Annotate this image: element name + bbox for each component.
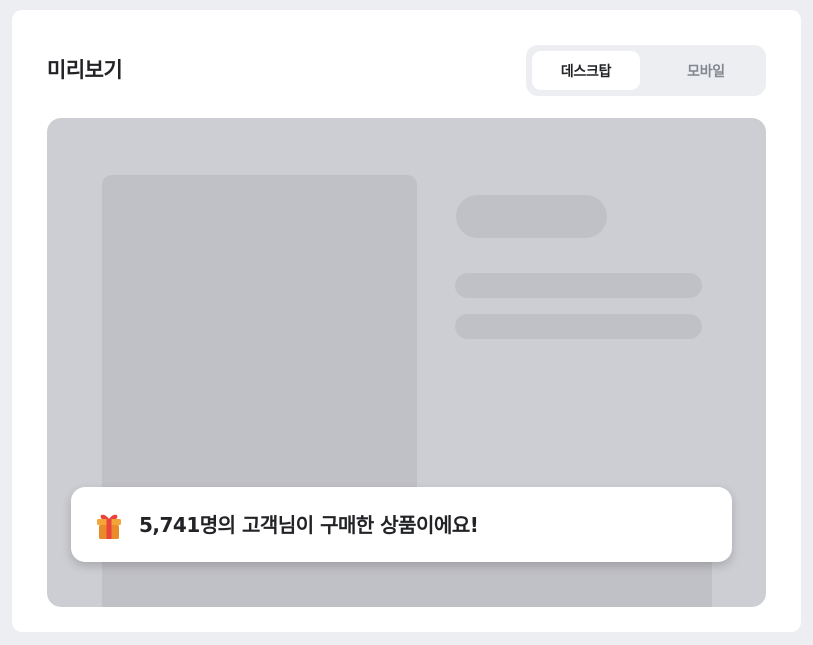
page-title: 미리보기 (47, 58, 123, 82)
text-line-placeholder (455, 314, 702, 339)
preview-card: 미리보기 데스크탑 모바일 5,741명의 고객님이 구매한 상품이에요! (12, 10, 801, 632)
gift-icon (97, 514, 121, 539)
preview-area: 5,741명의 고객님이 구매한 상품이에요! (47, 118, 766, 607)
text-line-placeholder (455, 273, 702, 298)
title-placeholder (456, 195, 607, 238)
toggle-mobile-button[interactable]: 모바일 (652, 51, 760, 90)
social-proof-toast: 5,741명의 고객님이 구매한 상품이에요! (71, 487, 732, 562)
toast-message: 5,741명의 고객님이 구매한 상품이에요! (139, 513, 479, 537)
view-toggle: 데스크탑 모바일 (526, 45, 766, 96)
toggle-desktop-button[interactable]: 데스크탑 (532, 51, 640, 90)
